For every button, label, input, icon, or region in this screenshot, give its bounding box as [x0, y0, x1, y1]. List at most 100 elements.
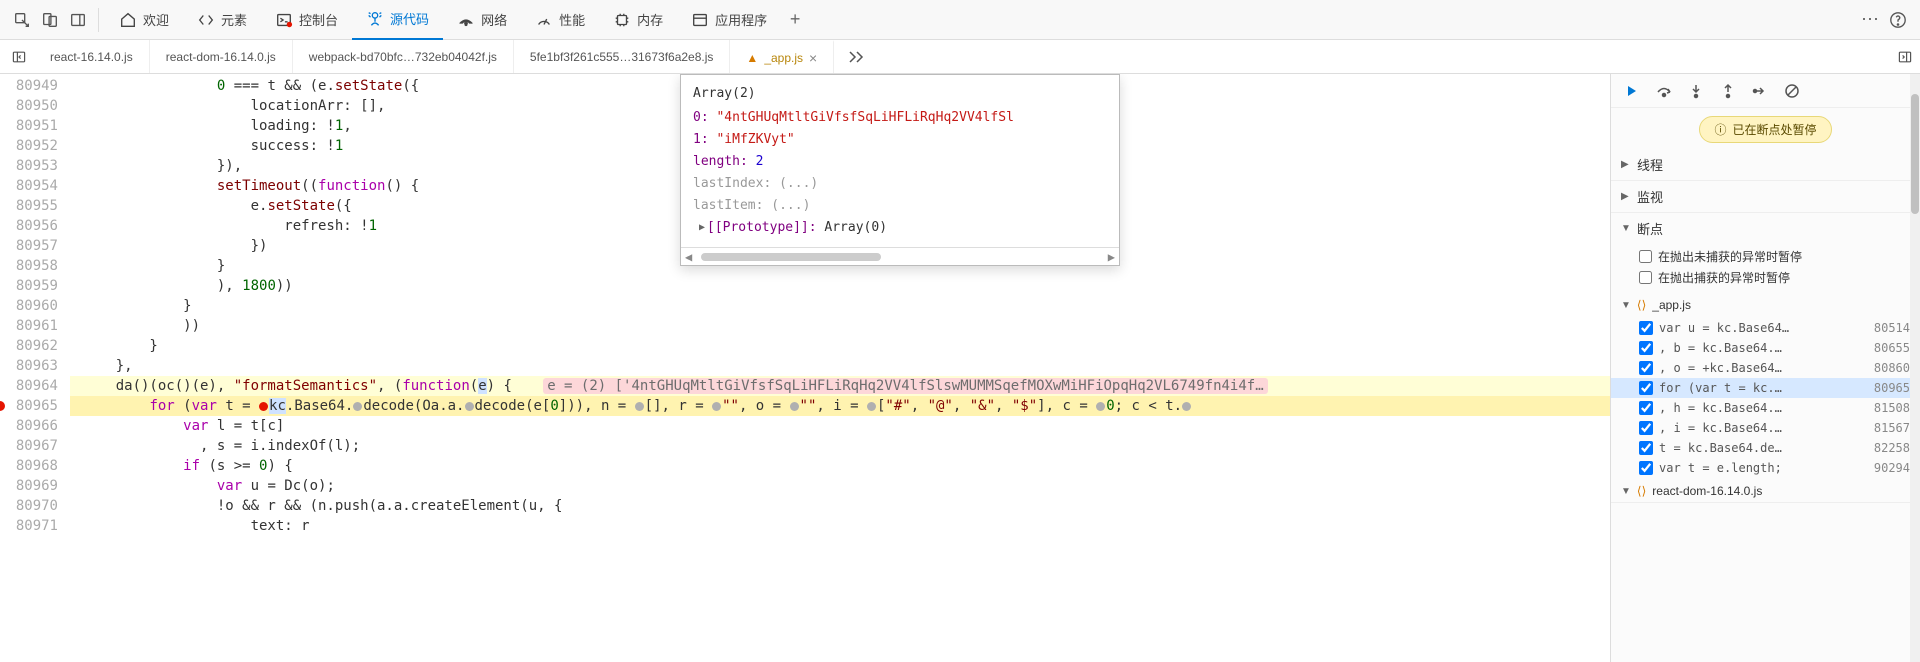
section-header-watch[interactable]: ▶ 监视	[1611, 181, 1920, 212]
device-toggle-icon[interactable]	[36, 6, 64, 34]
tab-memory[interactable]: 内存	[599, 0, 677, 40]
breakpoint-text: for (var t = kc.…	[1659, 381, 1868, 395]
breakpoint-line: 80965	[1874, 381, 1910, 395]
dock-side-icon[interactable]	[64, 6, 92, 34]
add-tab-icon[interactable]: +	[781, 6, 809, 34]
breakpoint-checkbox[interactable]	[1639, 321, 1653, 335]
breakpoint-text: t = kc.Base64.de…	[1659, 441, 1868, 455]
breakpoint-marker[interactable]	[0, 401, 5, 411]
breakpoint-line: 81508	[1874, 401, 1910, 415]
debugger-toolbar	[1611, 74, 1920, 108]
breakpoint-item[interactable]: , i = kc.Base64.… 81567	[1611, 418, 1920, 438]
step-over-button[interactable]	[1653, 80, 1675, 102]
file-tab-label: react-dom-16.14.0.js	[166, 50, 276, 64]
tab-label: 源代码	[390, 9, 429, 28]
code-editor[interactable]: 8094980950809518095280953809548095580956…	[0, 74, 1610, 662]
tab-label: 网络	[481, 10, 507, 29]
file-tab-react-dom[interactable]: react-dom-16.14.0.js	[150, 40, 293, 73]
section-header-threads[interactable]: ▶线程	[1611, 149, 1920, 180]
tab-application[interactable]: 应用程序	[677, 0, 781, 40]
breakpoint-file-group[interactable]: ▼ ⟨⟩ _app.js	[1611, 294, 1920, 316]
breakpoint-item[interactable]: , b = kc.Base64.…80655	[1611, 338, 1920, 358]
more-tabs-icon[interactable]	[834, 40, 880, 73]
breakpoint-item[interactable]: var t = e.length;90294	[1611, 458, 1920, 478]
breakpoint-checkbox[interactable]	[1639, 401, 1653, 415]
scroll-left-icon[interactable]: ◀	[685, 247, 692, 267]
pause-caught-checkbox[interactable]: 在抛出捕获的异常时暂停	[1639, 267, 1910, 288]
breakpoint-item[interactable]: t = kc.Base64.de…82258	[1611, 438, 1920, 458]
breakpoint-list: var u = kc.Base64… 80514 , b = kc.Base64.……	[1611, 316, 1920, 480]
popup-lastindex: lastIndex: (...)	[693, 173, 1107, 195]
tab-welcome[interactable]: 欢迎	[105, 0, 183, 40]
section-watch: ▶ 监视	[1611, 181, 1920, 213]
breakpoint-item[interactable]: , o = +kc.Base64…80860	[1611, 358, 1920, 378]
breakpoint-checkbox[interactable]	[1639, 421, 1653, 435]
debugger-toggle-icon[interactable]	[1890, 40, 1920, 73]
breakpoint-text: , o = +kc.Base64…	[1659, 361, 1868, 375]
tab-label: 欢迎	[143, 10, 169, 29]
breakpoint-checkbox[interactable]	[1639, 361, 1653, 375]
scrollbar-thumb[interactable]	[701, 253, 881, 261]
file-tab-label: webpack-bd70bfc…732eb04042f.js	[309, 50, 497, 64]
section-title: 断点	[1637, 219, 1663, 238]
file-tab-label: _app.js	[764, 51, 803, 65]
section-header-breakpoints[interactable]: ▼ 断点	[1611, 213, 1920, 244]
file-tab-chunk[interactable]: 5fe1bf3f261c555…31673f6a2e8.js	[514, 40, 731, 73]
breakpoint-checkbox[interactable]	[1639, 441, 1653, 455]
divider	[98, 8, 99, 32]
breakpoint-text: , b = kc.Base64.…	[1659, 341, 1868, 355]
checkbox-label: 在抛出未捕获的异常时暂停	[1658, 248, 1802, 265]
breakpoint-checkbox[interactable]	[1639, 341, 1653, 355]
popup-key: 0:	[693, 110, 709, 125]
section-title: 监视	[1637, 187, 1663, 206]
tab-sources[interactable]: 源代码	[352, 0, 443, 40]
step-into-button[interactable]	[1685, 80, 1707, 102]
file-tab-app[interactable]: ▲ _app.js ×	[730, 40, 834, 73]
breakpoint-line: 80514	[1874, 321, 1910, 335]
breakpoint-text: , h = kc.Base64.…	[1659, 401, 1868, 415]
breakpoint-item[interactable]: , h = kc.Base64.… 81508	[1611, 398, 1920, 418]
tab-network[interactable]: 网络	[443, 0, 521, 40]
pause-uncaught-checkbox[interactable]: 在抛出未捕获的异常时暂停	[1639, 246, 1910, 267]
tab-label: 元素	[221, 10, 247, 29]
deactivate-breakpoints-button[interactable]	[1781, 80, 1803, 102]
section-title: 线程	[1637, 155, 1663, 174]
breakpoint-checkbox[interactable]	[1639, 381, 1653, 395]
tab-performance[interactable]: 性能	[521, 0, 599, 40]
breakpoint-item[interactable]: var u = kc.Base64… 80514	[1611, 318, 1920, 338]
popup-key: [[Prototype]]:	[707, 220, 817, 235]
breakpoint-line: 81567	[1874, 421, 1910, 435]
breakpoint-checkbox[interactable]	[1639, 461, 1653, 475]
expand-icon[interactable]: ▶	[699, 217, 705, 239]
tab-label: 应用程序	[715, 10, 767, 29]
breakpoint-item[interactable]: for (var t = kc.… 80965	[1611, 378, 1920, 398]
inspect-icon[interactable]	[8, 6, 36, 34]
chevron-down-icon: ▼	[1621, 300, 1631, 311]
warning-icon: ▲	[746, 51, 758, 65]
scrollbar-thumb[interactable]	[1911, 94, 1919, 214]
tab-elements[interactable]: 元素	[183, 0, 261, 40]
popup-scrollbar[interactable]: ◀ ▶	[681, 247, 1119, 265]
help-icon[interactable]	[1884, 6, 1912, 34]
scroll-right-icon[interactable]: ▶	[1108, 247, 1115, 267]
file-tab-label: react-16.14.0.js	[50, 50, 133, 64]
step-button[interactable]	[1749, 80, 1771, 102]
info-icon: ⓘ	[1714, 121, 1726, 138]
line-number-gutter: 8094980950809518095280953809548095580956…	[0, 74, 70, 662]
tab-console[interactable]: 控制台	[261, 0, 352, 40]
breakpoint-text: var u = kc.Base64…	[1659, 321, 1868, 335]
more-icon[interactable]: ⋯	[1856, 6, 1884, 34]
chevron-right-icon: ▶	[1621, 191, 1631, 202]
scrollbar-track[interactable]	[1910, 74, 1920, 662]
close-icon[interactable]: ×	[809, 50, 817, 66]
breakpoint-file-group[interactable]: ▼ ⟨⟩ react-dom-16.14.0.js	[1611, 480, 1920, 502]
file-tab-react[interactable]: react-16.14.0.js	[34, 40, 150, 73]
step-out-button[interactable]	[1717, 80, 1739, 102]
navigator-toggle-icon[interactable]	[4, 40, 34, 73]
popup-lastitem: lastItem: (...)	[693, 195, 1107, 217]
resume-button[interactable]	[1621, 80, 1643, 102]
debugger-panel: ⓘ 已在断点处暂停 ▶线程 ▶监视 ▼断点 在抛出未捕获的异常时暂停 在抛出捕获…	[1610, 74, 1920, 662]
breakpoint-text: , i = kc.Base64.…	[1659, 421, 1868, 435]
file-tab-webpack[interactable]: webpack-bd70bfc…732eb04042f.js	[293, 40, 514, 73]
chevron-down-icon: ▼	[1621, 223, 1631, 234]
